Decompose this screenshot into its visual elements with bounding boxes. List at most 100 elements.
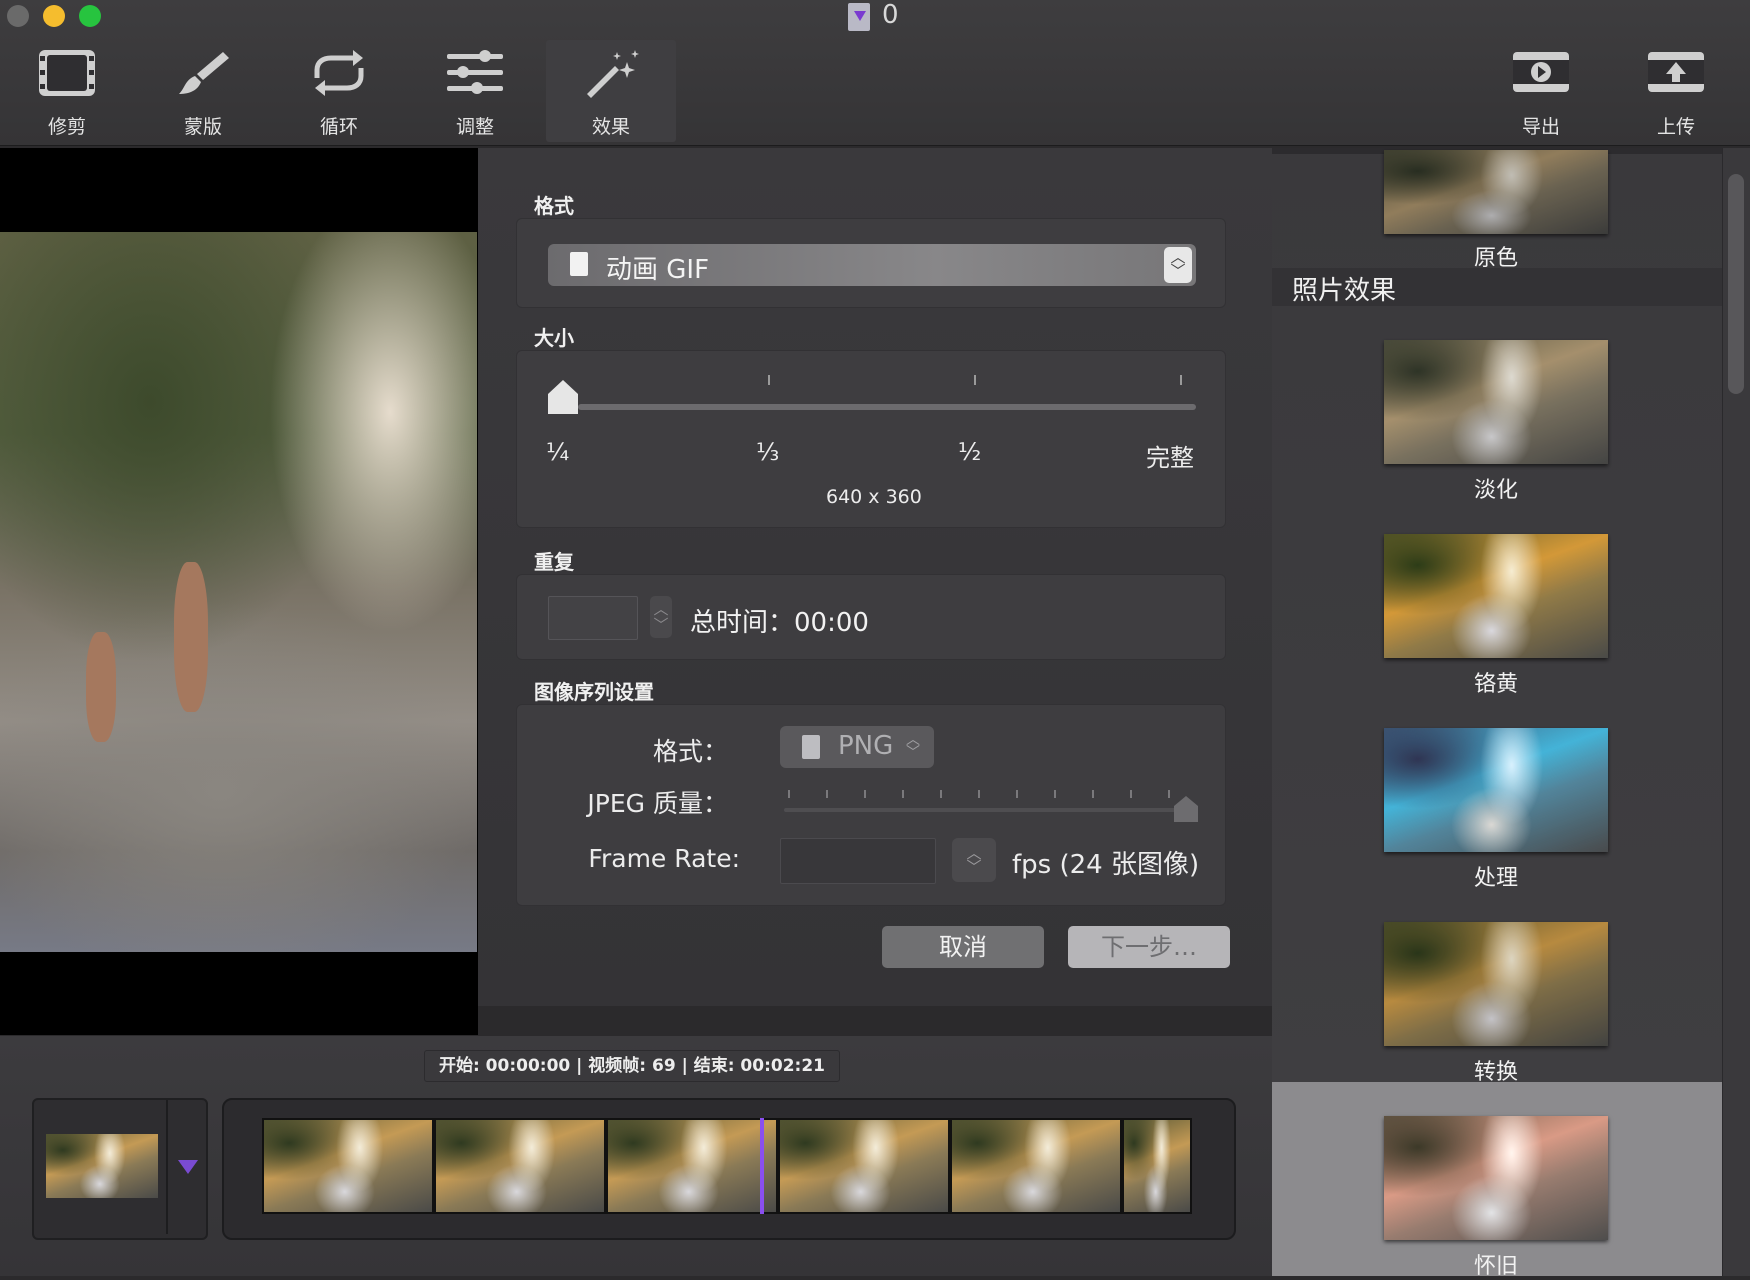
effect-thumb-process[interactable] (1384, 728, 1608, 852)
jpeg-quality-ticks (788, 790, 1178, 800)
jpeg-quality-tick (1092, 790, 1094, 798)
effect-label-vintage: 怀旧 (1473, 1254, 1518, 1279)
upload-button[interactable]: 上传 (1611, 40, 1741, 142)
repeat-count-input[interactable] (548, 596, 638, 640)
film-play-icon (1513, 52, 1569, 92)
film-frame (436, 1120, 604, 1212)
tool-trim-label: 修剪 (47, 116, 86, 138)
repeat-section-label: 重复 (534, 550, 574, 574)
tool-mask-label: 蒙版 (183, 116, 222, 138)
size-mark-quarter: ¼ (546, 438, 570, 466)
zoom-window-button[interactable] (79, 5, 101, 27)
effect-label-chrome: 铬黄 (1473, 672, 1518, 697)
timecode-readout: 开始: 00:00:00 | 视频帧: 69 | 结束: 00:02:21 (424, 1050, 840, 1082)
brush-icon (179, 52, 229, 94)
chevron-updown-icon: ︿ ﹀ (906, 732, 920, 761)
film-trim-icon (39, 50, 95, 96)
film-frame (264, 1120, 432, 1212)
effect-thumb-chrome[interactable] (1384, 534, 1608, 658)
effect-thumb-original[interactable] (1384, 150, 1608, 234)
effect-thumb-vintage[interactable] (1384, 1116, 1608, 1240)
clip-divider (166, 1100, 168, 1234)
size-dimensions: 640 x 360 (826, 486, 922, 508)
seq-format-select[interactable]: PNG ︿ ﹀ (780, 726, 934, 768)
format-select-value: 动画 GIF (606, 255, 710, 285)
effects-section-title: 照片效果 (1292, 276, 1397, 306)
file-icon (570, 252, 588, 276)
film-frame (608, 1120, 776, 1212)
person-figure (86, 632, 116, 742)
magic-wand-icon (587, 50, 639, 98)
tool-adjust-label: 调整 (455, 116, 494, 138)
size-tick (768, 375, 770, 385)
tool-loop-label: 循环 (319, 116, 358, 138)
chevron-down-icon: ﹀ (1170, 262, 1186, 280)
chevron-down-icon: ﹀ (966, 858, 982, 876)
total-time: 总时间：00:00 (690, 608, 869, 638)
jpeg-quality-tick (978, 790, 980, 798)
format-select[interactable]: 动画 GIF ︿ ﹀ (548, 244, 1196, 286)
effect-thumb-transfer[interactable] (1384, 922, 1608, 1046)
jpeg-quality-label: JPEG 质量： (587, 789, 728, 818)
sliders-icon (447, 50, 503, 94)
loop-arrows-icon (314, 50, 364, 96)
film-frame (1124, 1120, 1190, 1212)
export-button[interactable]: 导出 (1476, 40, 1606, 142)
playhead[interactable] (760, 1118, 764, 1214)
filmstrip[interactable] (262, 1118, 1192, 1214)
size-mark-full: 完整 (1146, 444, 1194, 472)
effects-scrollbar-thumb[interactable] (1728, 174, 1744, 394)
window-title: 0 (882, 0, 899, 30)
cancel-button[interactable]: 取消 (882, 926, 1044, 968)
repeat-stepper[interactable]: ︿ ﹀ (650, 596, 672, 638)
file-icon (802, 735, 820, 759)
tool-mask[interactable]: 蒙版 (138, 40, 268, 142)
effect-label-transfer: 转换 (1473, 1060, 1518, 1085)
jpeg-quality-tick (940, 790, 942, 798)
size-slider-track[interactable] (578, 404, 1196, 410)
close-window-button[interactable] (7, 5, 29, 27)
size-slider-knob[interactable] (548, 380, 578, 416)
seq-format-label: 格式： (652, 737, 728, 766)
jpeg-quality-tick (1130, 790, 1132, 798)
size-tick (974, 375, 976, 385)
film-upload-icon (1648, 52, 1704, 92)
film-frame (780, 1120, 948, 1212)
tool-loop[interactable]: 循环 (274, 40, 404, 142)
format-select-arrows[interactable]: ︿ ﹀ (1164, 247, 1192, 283)
tool-effects[interactable]: 效果 (546, 40, 676, 142)
frame-rate-input[interactable] (780, 838, 936, 884)
effect-label-fade: 淡化 (1473, 478, 1518, 503)
seq-format-value: PNG (838, 731, 894, 761)
jpeg-quality-track[interactable] (784, 808, 1194, 812)
fps-text: fps (24 张图像) (1012, 850, 1200, 880)
person-figure (174, 562, 208, 712)
jpeg-quality-tick (1016, 790, 1018, 798)
dropdown-triangle-icon[interactable] (178, 1160, 198, 1174)
jpeg-quality-tick (902, 790, 904, 798)
effect-label-process: 处理 (1473, 866, 1518, 891)
chevron-down-icon: ﹀ (653, 616, 669, 634)
jpeg-quality-tick (864, 790, 866, 798)
upload-label: 上传 (1656, 116, 1695, 138)
minimize-window-button[interactable] (43, 5, 65, 27)
format-section-label: 格式 (534, 194, 574, 218)
film-frame (952, 1120, 1120, 1212)
jpeg-quality-tick (826, 790, 828, 798)
tool-effects-label: 效果 (591, 116, 630, 138)
clip-thumbnail[interactable] (46, 1134, 158, 1198)
size-mark-third: ⅓ (756, 438, 780, 466)
size-section-label: 大小 (534, 326, 574, 350)
tool-adjust[interactable]: 调整 (410, 40, 540, 142)
tool-trim[interactable]: 修剪 (2, 40, 132, 142)
effect-thumb-fade[interactable] (1384, 340, 1608, 464)
chevron-up-icon: ︿ (653, 600, 669, 618)
size-mark-half: ½ (958, 438, 982, 466)
export-label: 导出 (1521, 116, 1560, 138)
next-button[interactable]: 下一步… (1068, 926, 1230, 968)
frame-rate-label: Frame Rate: (588, 844, 740, 873)
document-icon (848, 3, 870, 31)
jpeg-quality-knob[interactable] (1174, 796, 1198, 822)
frame-rate-stepper[interactable]: ︿ ﹀ (952, 838, 996, 882)
sequence-section-label: 图像序列设置 (534, 680, 654, 704)
